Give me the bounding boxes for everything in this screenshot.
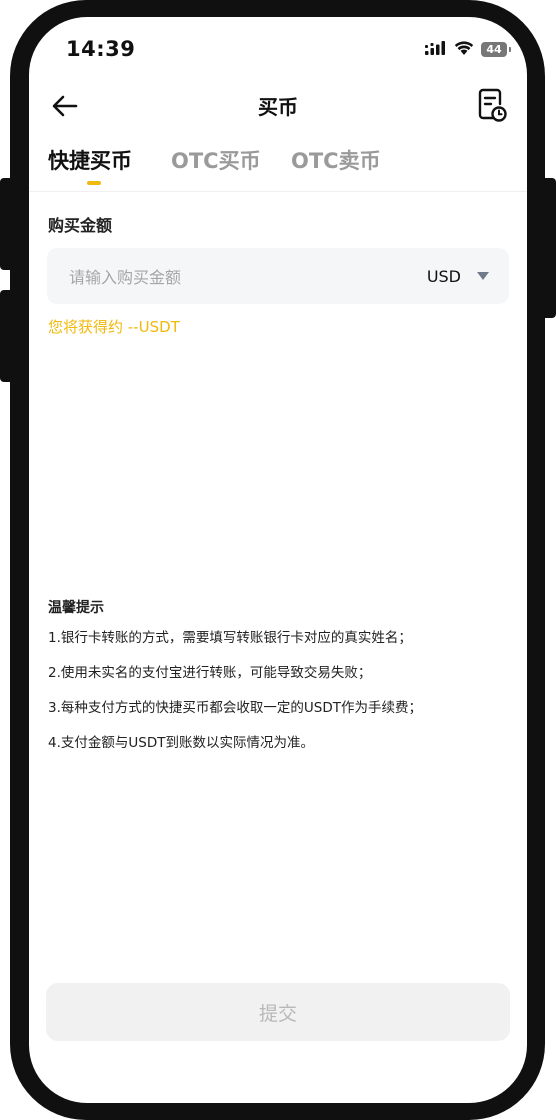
tips-section: 温馨提示 1.银行卡转账的方式，需要填写转账银行卡对应的真实姓名； 2.使用未实… bbox=[48, 597, 508, 768]
tab-bar: 快捷买币 OTC买币 OTC卖币 bbox=[29, 145, 527, 192]
tips-title: 温馨提示 bbox=[48, 600, 104, 616]
estimated-receive-text: 您将获得约 --USDT bbox=[48, 318, 180, 336]
tab-otc-sell[interactable]: OTC卖币 bbox=[291, 145, 381, 175]
currency-value: USD bbox=[426, 266, 461, 286]
status-icons: 44 bbox=[425, 39, 511, 59]
amount-input[interactable] bbox=[67, 248, 401, 306]
volume-down-button bbox=[0, 290, 14, 382]
wifi-icon bbox=[454, 40, 474, 59]
status-bar: 14:39 44 bbox=[29, 17, 527, 77]
amount-input-box: USD bbox=[47, 248, 509, 306]
tip-item: 4.支付金额与USDT到账数以实际情况为准。 bbox=[48, 735, 314, 751]
tip-item: 2.使用未实名的支付宝进行转账，可能导致交易失败； bbox=[48, 665, 372, 681]
tab-otc-buy[interactable]: OTC买币 bbox=[171, 145, 261, 175]
app-screen: 14:39 44 买币 快捷买币 OTC买币 OTC卖币 购买金额 请输入购买金… bbox=[29, 17, 527, 1103]
active-tab-indicator bbox=[87, 181, 101, 185]
submit-button[interactable]: 提交 bbox=[46, 983, 510, 1041]
nav-bar: 买币 bbox=[29, 83, 527, 129]
power-button bbox=[542, 178, 556, 318]
status-time: 14:39 bbox=[66, 37, 136, 61]
order-history-icon bbox=[478, 88, 507, 122]
tip-item: 3.每种支付方式的快捷买币都会收取一定的USDT作为手续费； bbox=[48, 700, 422, 716]
page-title: 买币 bbox=[258, 95, 298, 119]
currency-select[interactable]: USD bbox=[427, 248, 489, 304]
order-history-button[interactable] bbox=[476, 88, 508, 124]
battery-icon: 44 bbox=[481, 41, 511, 57]
tab-quick-buy[interactable]: 快捷买币 bbox=[48, 145, 132, 175]
tip-item: 1.银行卡转账的方式，需要填写转账银行卡对应的真实姓名； bbox=[48, 630, 412, 646]
amount-label: 购买金额 bbox=[48, 216, 113, 235]
caret-down-icon bbox=[477, 272, 489, 280]
cellular-signal-icon bbox=[425, 40, 447, 59]
volume-up-button bbox=[0, 178, 14, 270]
